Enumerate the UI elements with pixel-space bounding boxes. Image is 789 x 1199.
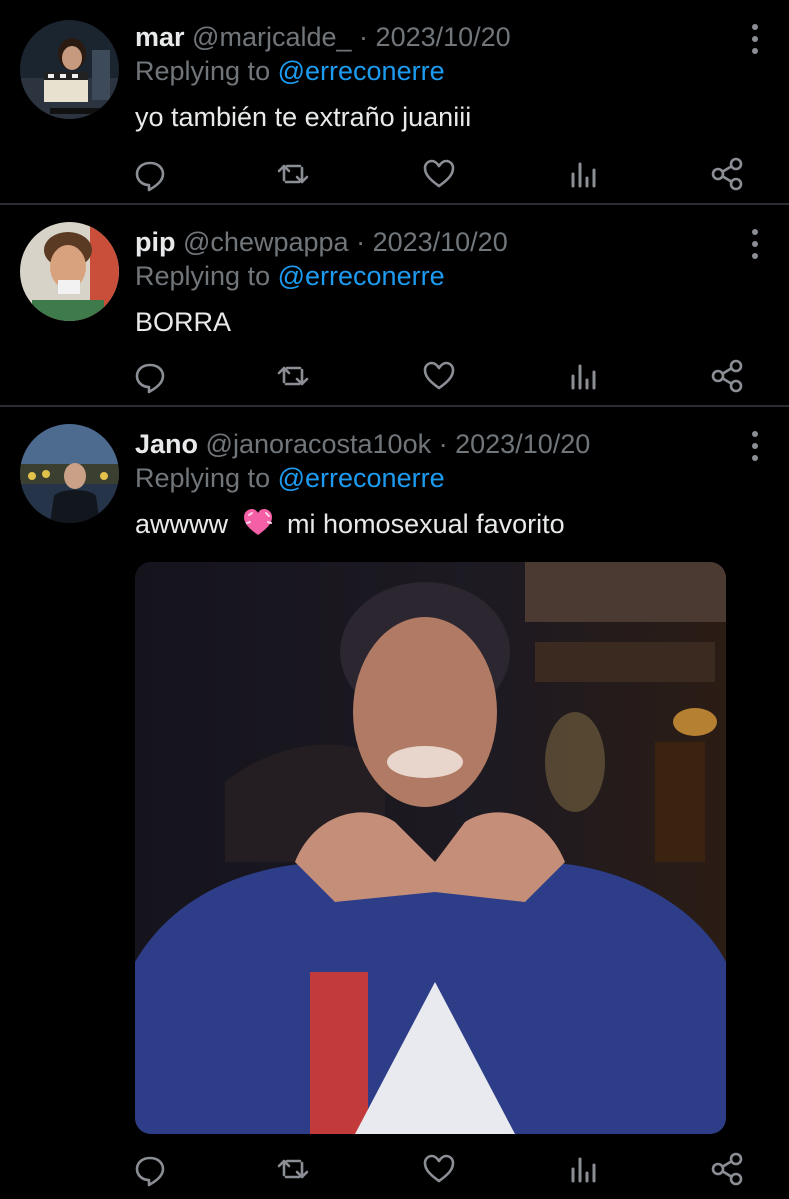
- views-icon[interactable]: [563, 356, 603, 396]
- pink-heart-emoji: [242, 507, 274, 545]
- user-handle[interactable]: @marjcalde_: [192, 22, 351, 52]
- comment-icon[interactable]: [130, 356, 170, 396]
- tweet-2[interactable]: pip @chewpappa · 2023/10/20 Replying to …: [0, 205, 789, 407]
- tweet-text: yo también te extraño juaniii: [135, 102, 472, 132]
- views-icon[interactable]: [563, 154, 603, 194]
- avatar-image: [20, 424, 119, 523]
- replying-to: Replying to @erreconerre: [135, 259, 445, 293]
- tweet-text-part-2: mi homosexual favorito: [287, 509, 565, 539]
- replying-to-label: Replying to: [135, 56, 271, 86]
- retweet-icon[interactable]: [273, 154, 313, 194]
- replying-to-handle[interactable]: @erreconerre: [278, 56, 445, 86]
- tweet-date[interactable]: 2023/10/20: [455, 429, 590, 459]
- tweet-header: Jano @janoracosta10ok · 2023/10/20: [135, 427, 590, 461]
- replying-to-handle[interactable]: @erreconerre: [278, 463, 445, 493]
- share-icon[interactable]: [707, 154, 747, 194]
- more-vertical-icon[interactable]: [749, 24, 761, 54]
- more-vertical-icon[interactable]: [749, 431, 761, 461]
- tweet-date[interactable]: 2023/10/20: [376, 22, 511, 52]
- tweet-actions: [0, 1149, 789, 1189]
- replying-to: Replying to @erreconerre: [135, 54, 445, 88]
- comment-icon[interactable]: [130, 1149, 170, 1189]
- tweet-date[interactable]: 2023/10/20: [373, 227, 508, 257]
- more-vertical-icon[interactable]: [749, 229, 761, 259]
- heart-icon[interactable]: [419, 356, 459, 396]
- retweet-icon[interactable]: [273, 1149, 313, 1189]
- user-handle[interactable]: @janoracosta10ok: [206, 429, 432, 459]
- avatar-image: [20, 222, 119, 321]
- replying-to-label: Replying to: [135, 261, 271, 291]
- replying-to: Replying to @erreconerre: [135, 461, 445, 495]
- user-handle[interactable]: @chewpappa: [183, 227, 349, 257]
- tweet-text: BORRA: [135, 307, 232, 337]
- heart-icon[interactable]: [419, 1149, 459, 1189]
- share-icon[interactable]: [707, 356, 747, 396]
- tweet-media-image[interactable]: [135, 562, 726, 1134]
- tweet-text-part-1: awwww: [135, 509, 229, 539]
- avatar[interactable]: [20, 222, 119, 321]
- replying-to-label: Replying to: [135, 463, 271, 493]
- retweet-icon[interactable]: [273, 356, 313, 396]
- share-icon[interactable]: [707, 1149, 747, 1189]
- display-name[interactable]: Jano: [135, 429, 198, 459]
- tweet-text: awwww mi homosexual favorito: [135, 507, 565, 545]
- avatar-image: [20, 20, 119, 119]
- comment-icon[interactable]: [130, 154, 170, 194]
- separator-dot: ·: [356, 227, 366, 257]
- display-name[interactable]: pip: [135, 227, 176, 257]
- avatar[interactable]: [20, 424, 119, 523]
- avatar[interactable]: [20, 20, 119, 119]
- tweet-actions: [0, 356, 789, 396]
- views-icon[interactable]: [563, 1149, 603, 1189]
- heart-icon[interactable]: [419, 154, 459, 194]
- separator-dot: ·: [359, 22, 369, 52]
- tweet-header: mar @marjcalde_ · 2023/10/20: [135, 20, 511, 54]
- tweet-header: pip @chewpappa · 2023/10/20: [135, 225, 508, 259]
- tweet-actions: [0, 154, 789, 194]
- replying-to-handle[interactable]: @erreconerre: [278, 261, 445, 291]
- tweet-1[interactable]: mar @marjcalde_ · 2023/10/20 Replying to…: [0, 0, 789, 205]
- separator-dot: ·: [438, 429, 448, 459]
- display-name[interactable]: mar: [135, 22, 185, 52]
- media-photo: [135, 562, 726, 1134]
